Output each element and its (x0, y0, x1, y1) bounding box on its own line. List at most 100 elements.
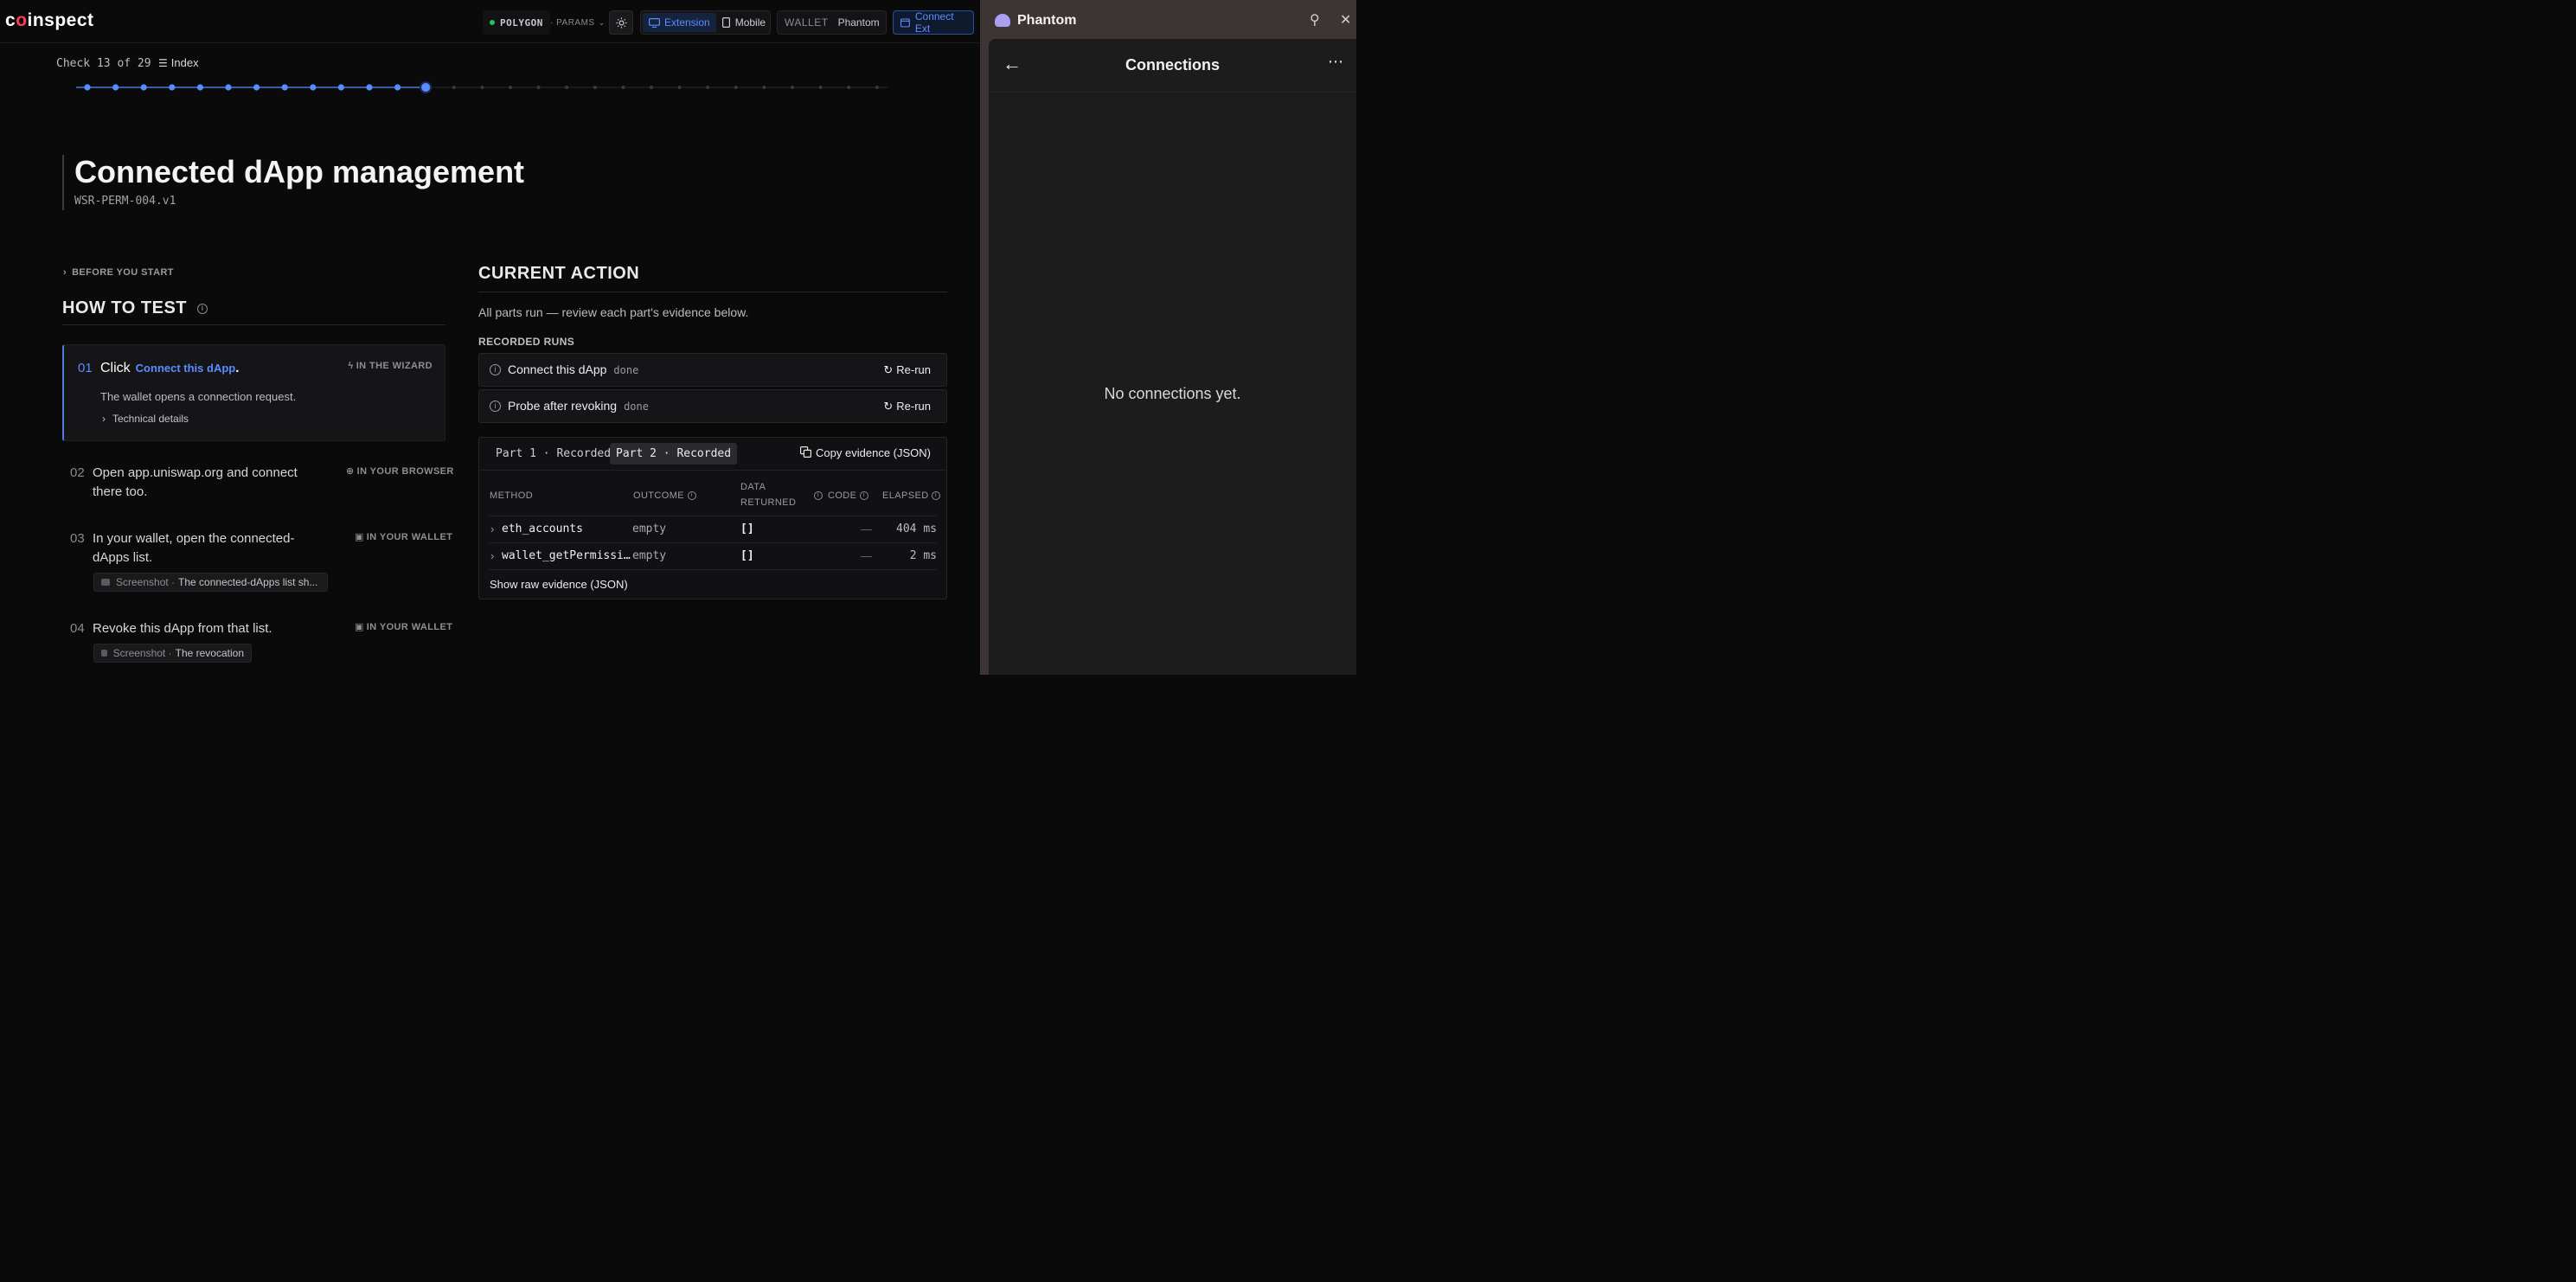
theme-toggle-button[interactable] (609, 10, 633, 35)
step-location: ▣ IN YOUR WALLET (355, 621, 452, 632)
step-dot-pending[interactable] (818, 86, 823, 89)
step-dot-pending[interactable] (791, 86, 794, 89)
table-row[interactable]: › eth_accounts empty [] — 404 ms (489, 516, 937, 542)
cell-method: wallet_getPermissi… (502, 549, 631, 562)
tab-mobile[interactable]: Mobile (716, 13, 772, 32)
connections-title: Connections (1125, 56, 1220, 74)
info-icon[interactable]: i (814, 491, 823, 501)
chevron-right-icon: › (102, 413, 106, 425)
info-icon[interactable]: i (490, 364, 501, 375)
info-icon[interactable]: i (932, 491, 941, 501)
step-dot-pending[interactable] (650, 86, 653, 89)
connect-extension-button[interactable]: Connect Ext (893, 10, 974, 35)
phone-icon (721, 17, 730, 28)
progress-stepper (76, 81, 888, 93)
extension-icon (900, 18, 910, 28)
step-dot-done[interactable] (140, 84, 147, 91)
info-icon[interactable]: i (490, 401, 501, 412)
network-badge[interactable]: POLYGON (483, 10, 550, 35)
globe-icon: ⊕ (346, 466, 355, 477)
column-outcome-label: OUTCOME (633, 490, 685, 501)
cell-elapsed: 2 ms (909, 549, 937, 562)
recorded-run: i Probe after revoking done ↻ Re-run (478, 389, 947, 423)
step-dot-pending[interactable] (480, 86, 484, 89)
column-method: METHOD (490, 490, 534, 501)
step-dot-pending[interactable] (677, 86, 682, 89)
wallet-selector[interactable]: WALLET Phantom (777, 10, 887, 35)
cell-outcome: empty (632, 522, 667, 535)
copy-icon (800, 446, 812, 458)
step-dot-done[interactable] (84, 84, 91, 91)
step-dot-done[interactable] (281, 84, 288, 91)
step-dot-pending[interactable] (762, 86, 766, 89)
tab-part-1[interactable]: Part 1 · Recorded (490, 443, 617, 465)
step-location: ⊕ IN YOUR BROWSER (346, 465, 454, 477)
camera-icon (101, 650, 107, 657)
step-location-label: IN THE WIZARD (356, 361, 433, 371)
tab-part-2[interactable]: Part 2 · Recorded (610, 443, 738, 465)
cell-code: — (861, 522, 872, 535)
step-dot-current[interactable] (421, 83, 431, 92)
column-outcome: OUTCOME i (633, 488, 696, 503)
more-options-icon[interactable]: ⋯ (1328, 53, 1344, 71)
cell-data: [] (740, 522, 754, 535)
current-action-heading: CURRENT ACTION (478, 264, 947, 292)
evidence-panel: Part 1 · Recorded Part 2 · Recorded Copy… (478, 437, 947, 599)
column-data-label: DATA (740, 482, 766, 492)
phantom-content: ← Connections ⋯ No connections yet. (989, 39, 1356, 675)
step-dot-done[interactable] (310, 84, 317, 91)
step-dot-pending[interactable] (452, 86, 456, 89)
step-dot-pending[interactable] (509, 86, 512, 89)
wallet-label: WALLET (785, 16, 829, 29)
step-number: 04 (70, 621, 85, 636)
copy-evidence-button[interactable]: Copy evidence (JSON) (800, 446, 931, 459)
close-icon[interactable]: ✕ (1340, 11, 1351, 29)
screenshot-attachment[interactable]: Screenshot · The connected-dApps list sh… (93, 573, 328, 592)
index-link[interactable]: ☰ Index (158, 56, 199, 69)
coinspect-logo: coinspect (5, 10, 94, 30)
step-dot-done[interactable] (253, 84, 260, 91)
step-dot-pending[interactable] (565, 86, 569, 89)
step-dot-pending[interactable] (621, 86, 625, 89)
connect-dapp-link[interactable]: Connect this dApp (136, 362, 236, 375)
run-name: Probe after revoking done (508, 399, 649, 413)
step-dot-pending[interactable] (847, 86, 851, 89)
screenshot-attachment[interactable]: Screenshot · The revocation (93, 644, 252, 663)
step-text: Click Connect this dApp. (100, 359, 239, 378)
step-dot-done[interactable] (196, 84, 203, 91)
unpin-icon[interactable]: ⚲ (1310, 11, 1320, 29)
step-dot-pending[interactable] (706, 86, 710, 89)
step-text-line: there too. (93, 484, 148, 499)
info-icon[interactable]: i (859, 491, 868, 501)
evidence-tabs: Part 1 · Recorded Part 2 · Recorded Copy… (479, 438, 946, 471)
step-dot-pending[interactable] (875, 86, 879, 89)
test-id: WSR-PERM-004.v1 (74, 195, 176, 208)
info-icon[interactable]: i (687, 491, 696, 501)
network-label: POLYGON (500, 16, 543, 29)
tab-extension[interactable]: Extension (643, 13, 716, 32)
recorded-runs-heading: RECORDED RUNS (478, 336, 575, 348)
before-you-start-toggle[interactable]: › BEFORE YOU START (63, 267, 174, 278)
technical-details-toggle[interactable]: › Technical details (102, 413, 189, 425)
params-dropdown[interactable]: · PARAMS ⌄ (545, 10, 611, 35)
step-dot-done[interactable] (112, 84, 119, 91)
step-dot-done[interactable] (394, 84, 401, 91)
step-detail: The wallet opens a connection request. (100, 390, 297, 403)
show-raw-evidence-link[interactable]: Show raw evidence (JSON) (490, 578, 628, 591)
table-row[interactable]: › wallet_getPermissi… empty [] — 2 ms (489, 542, 937, 568)
phantom-nav-bar: ← Connections ⋯ (989, 39, 1356, 93)
run-name-label: Connect this dApp (508, 362, 607, 376)
rerun-button[interactable]: ↻ Re-run (883, 400, 931, 413)
step-dot-done[interactable] (366, 84, 373, 91)
info-icon[interactable]: i (197, 303, 208, 314)
step-dot-done[interactable] (337, 84, 344, 91)
step-text: Revoke this dApp from that list. (93, 619, 272, 638)
step-dot-pending[interactable] (593, 86, 597, 89)
step-dot-done[interactable] (225, 84, 232, 91)
rerun-button[interactable]: ↻ Re-run (883, 363, 931, 377)
step-dot-pending[interactable] (734, 86, 738, 89)
step-dot-pending[interactable] (536, 86, 541, 89)
step-text-line: In your wallet, open the connected- (93, 531, 295, 546)
step-dot-done[interactable] (169, 84, 176, 91)
phantom-app-title: Phantom (1017, 13, 1077, 28)
